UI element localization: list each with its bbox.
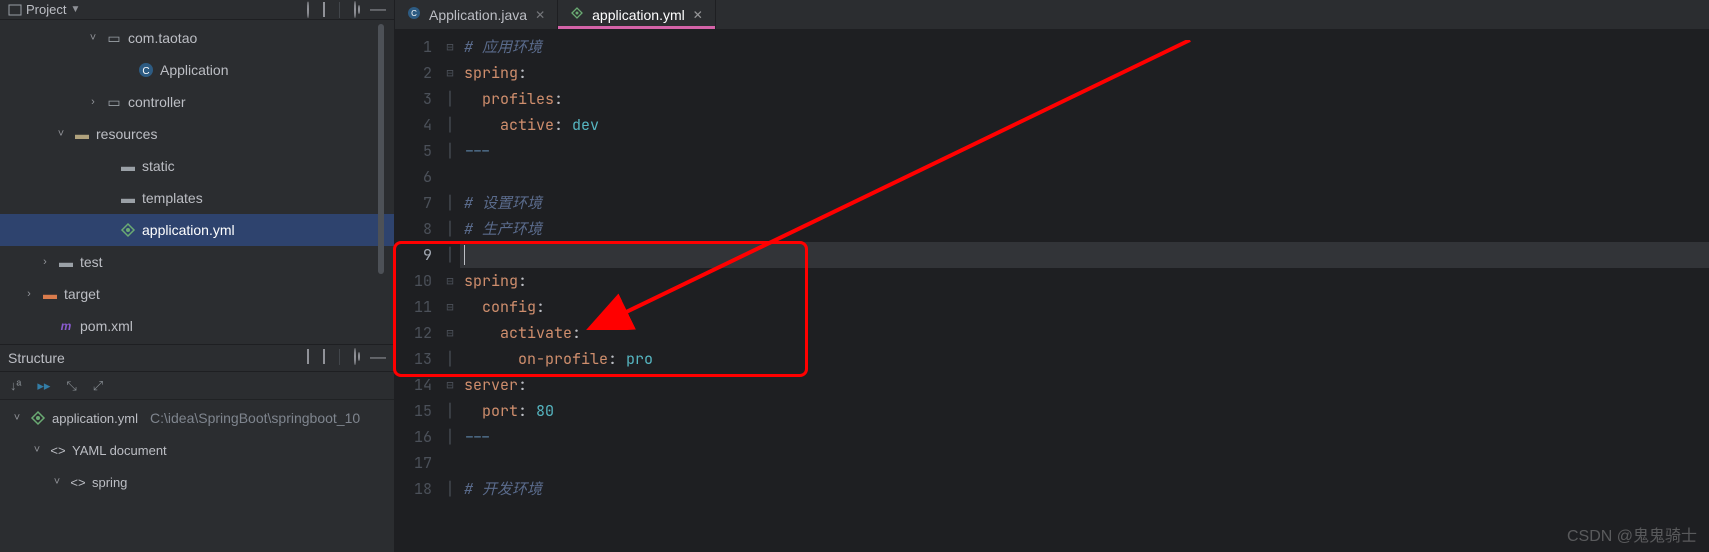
autoscroll-source-icon[interactable]: ▸▸ (37, 378, 50, 394)
tree-package[interactable]: ˅ ▭ com.taotao (0, 22, 394, 54)
sort-alpha-icon[interactable]: ↓ª (10, 378, 21, 393)
chevron-down-icon: ˅ (30, 444, 44, 456)
tree-label: resources (96, 126, 157, 142)
watermark: CSDN @鬼鬼骑士 (1567, 522, 1697, 546)
fold-gutter[interactable]: ⊟⊟││││││⊟⊟⊟│⊟│││ (440, 30, 460, 552)
collapse-all-icon[interactable] (307, 349, 309, 367)
structure-file-name: application.yml (52, 411, 138, 426)
structure-label: spring (92, 475, 127, 490)
chevron-down-icon: ˅ (86, 32, 100, 44)
target-folder-icon: ▬ (42, 286, 58, 302)
tree-label: target (64, 286, 100, 302)
chevron-down-icon: ˅ (50, 476, 64, 488)
structure-label: YAML document (72, 443, 167, 458)
structure-toolbar: ↓ª ▸▸ ⤡ ⤢ (0, 372, 394, 400)
package-icon: ▭ (106, 30, 122, 46)
project-icon (8, 3, 22, 17)
hide-icon[interactable]: — (370, 1, 386, 19)
tree-label: Application (160, 62, 229, 78)
chevron-right-icon: › (38, 256, 52, 268)
class-icon: C (138, 62, 154, 78)
tree-static[interactable]: ▬ static (0, 150, 394, 182)
folder-icon: ▬ (120, 190, 136, 206)
structure-title: Structure (8, 350, 299, 366)
tree-label: static (142, 158, 175, 174)
gear-icon[interactable] (354, 2, 356, 17)
chevron-right-icon: › (86, 96, 100, 108)
collapse-all-icon[interactable] (323, 2, 325, 17)
package-icon: ▭ (106, 94, 122, 110)
folder-icon: ▬ (58, 254, 74, 270)
tree-controller[interactable]: › ▭ controller (0, 86, 394, 118)
sync-icon[interactable] (307, 2, 309, 17)
tab-label: Application.java (429, 7, 527, 23)
tree-label: application.yml (142, 222, 235, 238)
hide-icon[interactable]: — (370, 349, 386, 367)
maven-icon: m (58, 318, 74, 334)
yaml-key-icon: <> (70, 474, 86, 490)
text-cursor (464, 245, 465, 265)
close-icon[interactable]: ✕ (693, 8, 703, 22)
tab-application-java[interactable]: C Application.java ✕ (395, 0, 558, 29)
collapse-icon[interactable]: ⤢ (93, 378, 103, 394)
separator (339, 349, 340, 365)
java-file-icon: C (407, 6, 421, 23)
structure-spring[interactable]: ˅ <> spring (0, 466, 394, 498)
code-editor[interactable]: 123456789101112131415161718 ⊟⊟││││││⊟⊟⊟│… (395, 30, 1709, 552)
yaml-doc-icon: <> (50, 442, 66, 458)
tree-class[interactable]: C Application (0, 54, 394, 86)
tree-label: test (80, 254, 103, 270)
tree-label: controller (128, 94, 186, 110)
chevron-down-icon: ˅ (54, 128, 68, 140)
scroll-thumb[interactable] (378, 24, 384, 274)
project-scrollbar[interactable] (378, 20, 388, 340)
tree-test[interactable]: › ▬ test (0, 246, 394, 278)
structure-root[interactable]: ˅ application.yml C:\idea\SpringBoot\spr… (0, 402, 394, 434)
folder-icon: ▬ (120, 158, 136, 174)
structure-file-path: C:\idea\SpringBoot\springboot_10 (150, 410, 360, 426)
yml-file-icon (570, 6, 584, 23)
tab-label: application.yml (592, 7, 685, 23)
structure-tree[interactable]: ˅ application.yml C:\idea\SpringBoot\spr… (0, 400, 394, 498)
chevron-right-icon: › (22, 288, 36, 300)
tree-app-yml[interactable]: application.yml (0, 214, 394, 246)
tree-label: com.taotao (128, 30, 197, 46)
yml-file-icon (30, 410, 46, 426)
tree-resources[interactable]: ˅ ▬ resources (0, 118, 394, 150)
structure-tool-header: Structure — (0, 344, 394, 372)
resources-folder-icon: ▬ (74, 126, 90, 142)
line-number-gutter: 123456789101112131415161718 (395, 30, 440, 552)
tree-templates[interactable]: ▬ templates (0, 182, 394, 214)
chevron-down-icon: ▼ (70, 4, 80, 15)
yml-file-icon (120, 222, 136, 238)
tree-target[interactable]: › ▬ target (0, 278, 394, 310)
svg-text:C: C (411, 9, 417, 18)
svg-text:C: C (142, 66, 149, 77)
gear-icon[interactable] (354, 349, 356, 367)
editor-tab-bar: C Application.java ✕ application.yml ✕ (395, 0, 1709, 30)
project-tree[interactable]: ˅ ▭ com.taotao C Application › ▭ control… (0, 20, 394, 344)
expand-icon[interactable]: ⤡ (66, 378, 76, 394)
project-title: Project (26, 2, 66, 17)
code-area[interactable]: # 应用环境spring: profiles: active: dev---# … (460, 30, 1709, 552)
close-icon[interactable]: ✕ (535, 8, 545, 22)
tree-label: pom.xml (80, 318, 133, 334)
structure-yaml-doc[interactable]: ˅ <> YAML document (0, 434, 394, 466)
current-line-highlight (460, 242, 1709, 268)
chevron-down-icon: ˅ (10, 412, 24, 424)
tree-label: templates (142, 190, 203, 206)
project-view-selector[interactable]: Project ▼ (8, 2, 301, 17)
tree-pom[interactable]: m pom.xml (0, 310, 394, 342)
project-tool-header: Project ▼ — (0, 0, 394, 20)
expand-all-icon[interactable] (323, 349, 325, 367)
separator (339, 2, 340, 18)
tab-application-yml[interactable]: application.yml ✕ (558, 0, 716, 29)
